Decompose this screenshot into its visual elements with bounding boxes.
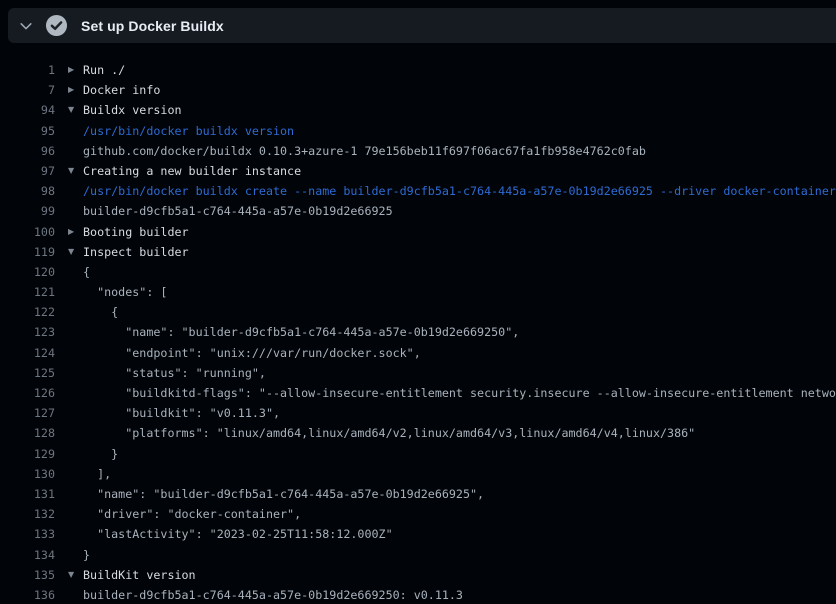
line-number[interactable]: 130 bbox=[0, 464, 55, 484]
log-line-text: Run ./ bbox=[83, 60, 836, 80]
log-line-text: Buildx version bbox=[83, 100, 836, 120]
step-title: Set up Docker Buildx bbox=[81, 18, 224, 34]
line-number[interactable]: 1 bbox=[0, 60, 55, 80]
line-number[interactable]: 120 bbox=[0, 262, 55, 282]
triangle-down-icon: ▼ bbox=[68, 565, 83, 585]
log-line-text: { bbox=[83, 302, 836, 322]
log-line-text: Inspect builder bbox=[83, 242, 836, 262]
log-line-text: "buildkitd-flags": "--allow-insecure-ent… bbox=[83, 383, 836, 403]
line-number[interactable]: 7 bbox=[0, 80, 55, 100]
log-line: 136 builder-d9cfb5a1-c764-445a-a57e-0b19… bbox=[0, 585, 836, 604]
line-number[interactable]: 121 bbox=[0, 282, 55, 302]
line-number[interactable]: 136 bbox=[0, 585, 55, 604]
log-line: 129 } bbox=[0, 444, 836, 464]
line-number[interactable]: 127 bbox=[0, 403, 55, 423]
line-number[interactable]: 99 bbox=[0, 201, 55, 221]
line-number[interactable]: 97 bbox=[0, 161, 55, 181]
line-number[interactable]: 94 bbox=[0, 100, 55, 120]
log-line: 128 "platforms": "linux/amd64,linux/amd6… bbox=[0, 423, 836, 443]
log-line-text: Docker info bbox=[83, 80, 836, 100]
line-number[interactable]: 119 bbox=[0, 242, 55, 262]
log-line-text: /usr/bin/docker buildx create --name bui… bbox=[83, 181, 836, 201]
log-line-text: /usr/bin/docker buildx version bbox=[83, 121, 836, 141]
triangle-right-icon: ▶ bbox=[68, 60, 83, 80]
triangle-right-icon: ▶ bbox=[68, 80, 83, 100]
log-line-text: "status": "running", bbox=[83, 363, 836, 383]
check-circle-icon bbox=[45, 14, 68, 37]
log-line-text: "driver": "docker-container", bbox=[83, 504, 836, 524]
line-number[interactable]: 131 bbox=[0, 484, 55, 504]
log-line-text: "name": "builder-d9cfb5a1-c764-445a-a57e… bbox=[83, 322, 836, 342]
log-line: 130 ], bbox=[0, 464, 836, 484]
line-number[interactable]: 124 bbox=[0, 343, 55, 363]
log-line: 123 "name": "builder-d9cfb5a1-c764-445a-… bbox=[0, 322, 836, 342]
log-line: 125 "status": "running", bbox=[0, 363, 836, 383]
log-line-group[interactable]: 7 ▶ Docker info bbox=[0, 80, 836, 100]
log-line-text: Creating a new builder instance bbox=[83, 161, 836, 181]
log-line-group[interactable]: 97 ▼ Creating a new builder instance bbox=[0, 161, 836, 181]
log-line: 131 "name": "builder-d9cfb5a1-c764-445a-… bbox=[0, 484, 836, 504]
log-line-text: ], bbox=[83, 464, 836, 484]
log-line: 96 github.com/docker/buildx 0.10.3+azure… bbox=[0, 141, 836, 161]
log-line-group[interactable]: 94 ▼ Buildx version bbox=[0, 100, 836, 120]
log-line-text: "name": "builder-d9cfb5a1-c764-445a-a57e… bbox=[83, 484, 836, 504]
log-line-text: "nodes": [ bbox=[83, 282, 836, 302]
line-number[interactable]: 135 bbox=[0, 565, 55, 585]
log-line-text: "lastActivity": "2023-02-25T11:58:12.000… bbox=[83, 524, 836, 544]
log-line-text: { bbox=[83, 262, 836, 282]
log-line: 99 builder-d9cfb5a1-c764-445a-a57e-0b19d… bbox=[0, 201, 836, 221]
log-line-text: "platforms": "linux/amd64,linux/amd64/v2… bbox=[83, 423, 836, 443]
log-line-group[interactable]: 135 ▼ BuildKit version bbox=[0, 565, 836, 585]
log-line: 127 "buildkit": "v0.11.3", bbox=[0, 403, 836, 423]
triangle-down-icon: ▼ bbox=[68, 161, 83, 181]
log-line-text: github.com/docker/buildx 0.10.3+azure-1 … bbox=[83, 141, 836, 161]
step-header[interactable]: Set up Docker Buildx bbox=[8, 8, 836, 43]
log-line: 121 "nodes": [ bbox=[0, 282, 836, 302]
log-line: 95 /usr/bin/docker buildx version bbox=[0, 121, 836, 141]
line-number[interactable]: 132 bbox=[0, 504, 55, 524]
log-line: 133 "lastActivity": "2023-02-25T11:58:12… bbox=[0, 524, 836, 544]
log-line: 98 /usr/bin/docker buildx create --name … bbox=[0, 181, 836, 201]
log-line-group[interactable]: 119 ▼ Inspect builder bbox=[0, 242, 836, 262]
line-number[interactable]: 96 bbox=[0, 141, 55, 161]
log-line: 120 { bbox=[0, 262, 836, 282]
log-line-text: Booting builder bbox=[83, 222, 836, 242]
triangle-right-icon: ▶ bbox=[68, 222, 83, 242]
line-number[interactable]: 126 bbox=[0, 383, 55, 403]
log-line-text: "buildkit": "v0.11.3", bbox=[83, 403, 836, 423]
log-line: 124 "endpoint": "unix:///var/run/docker.… bbox=[0, 343, 836, 363]
line-number[interactable]: 122 bbox=[0, 302, 55, 322]
triangle-down-icon: ▼ bbox=[68, 242, 83, 262]
log-line: 132 "driver": "docker-container", bbox=[0, 504, 836, 524]
log-line-text: } bbox=[83, 444, 836, 464]
log-line-text: builder-d9cfb5a1-c764-445a-a57e-0b19d2e6… bbox=[83, 585, 836, 604]
log-panel: 1 ▶ Run ./ 7 ▶ Docker info 94 ▼ Buildx v… bbox=[0, 60, 836, 604]
line-number[interactable]: 95 bbox=[0, 121, 55, 141]
log-line-group[interactable]: 1 ▶ Run ./ bbox=[0, 60, 836, 80]
log-line-text: "endpoint": "unix:///var/run/docker.sock… bbox=[83, 343, 836, 363]
line-number[interactable]: 123 bbox=[0, 322, 55, 342]
log-line: 134 } bbox=[0, 545, 836, 565]
line-number[interactable]: 134 bbox=[0, 545, 55, 565]
chevron-down-icon bbox=[18, 18, 34, 34]
log-line-group[interactable]: 100 ▶ Booting builder bbox=[0, 222, 836, 242]
line-number[interactable]: 125 bbox=[0, 363, 55, 383]
line-number[interactable]: 128 bbox=[0, 423, 55, 443]
log-line-text: BuildKit version bbox=[83, 565, 836, 585]
line-number[interactable]: 100 bbox=[0, 222, 55, 242]
log-line: 126 "buildkitd-flags": "--allow-insecure… bbox=[0, 383, 836, 403]
line-number[interactable]: 129 bbox=[0, 444, 55, 464]
triangle-down-icon: ▼ bbox=[68, 100, 83, 120]
log-line-text: } bbox=[83, 545, 836, 565]
line-number[interactable]: 98 bbox=[0, 181, 55, 201]
log-line: 122 { bbox=[0, 302, 836, 322]
log-line-text: builder-d9cfb5a1-c764-445a-a57e-0b19d2e6… bbox=[83, 201, 836, 221]
line-number[interactable]: 133 bbox=[0, 524, 55, 544]
